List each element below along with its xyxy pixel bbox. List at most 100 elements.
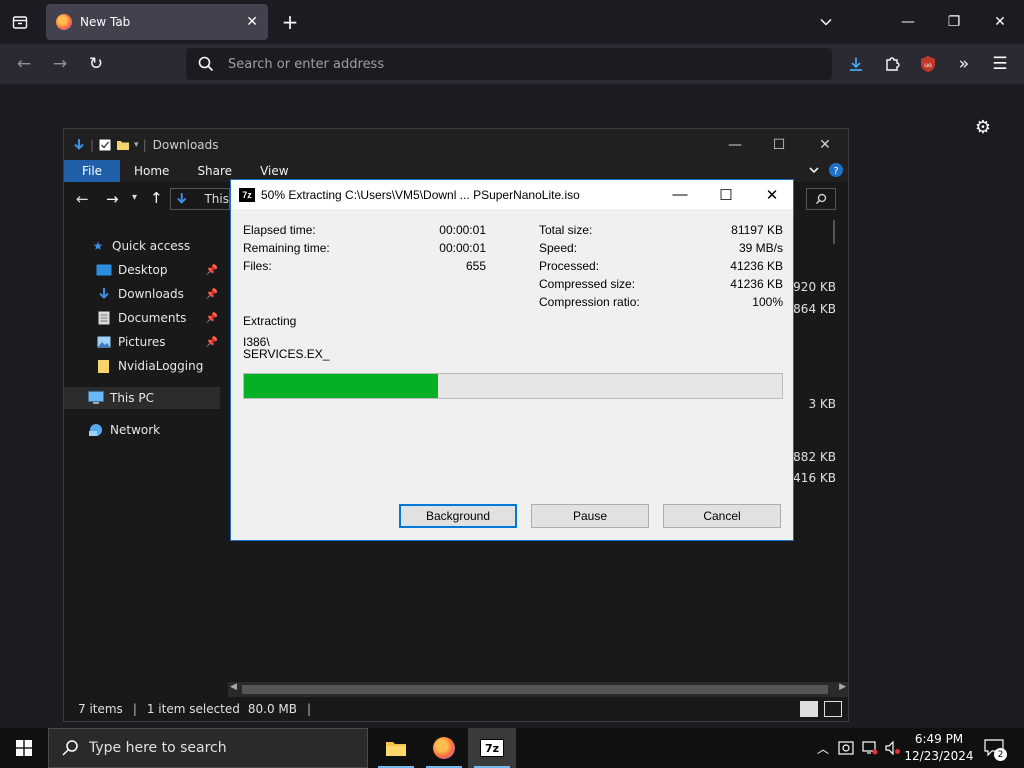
explorer-forward-button[interactable]: →: [106, 190, 119, 208]
sevenzip-minimize-button[interactable]: —: [657, 180, 703, 209]
explorer-back-button[interactable]: ←: [76, 190, 89, 208]
new-folder-icon[interactable]: [116, 138, 130, 152]
network-status-button[interactable]: [860, 728, 880, 768]
tray-app-button[interactable]: [836, 728, 856, 768]
total-size-label: Total size:: [539, 223, 593, 237]
nav-label: Network: [110, 423, 161, 437]
recent-locations-button[interactable]: ▾: [132, 192, 137, 203]
cancel-button[interactable]: Cancel: [663, 504, 781, 528]
maximize-button[interactable]: ❐: [940, 8, 968, 36]
nav-nvidia-logging[interactable]: NvidiaLogging: [64, 355, 220, 377]
speed-value: 39 MB/s: [738, 241, 783, 255]
taskbar: 7z ︿ 6:49 PM 12/23/2024 2: [0, 728, 1024, 768]
tab-new-tab[interactable]: New Tab ✕: [46, 4, 268, 40]
customize-toolbar-icon[interactable]: ▾: [134, 140, 139, 150]
explorer-title-bar: | ▾ | Downloads — ☐ ✕: [64, 129, 848, 160]
scroll-right-arrow[interactable]: ▶: [839, 682, 846, 692]
nav-label: Quick access: [112, 239, 191, 253]
taskbar-file-explorer[interactable]: [372, 728, 420, 768]
horizontal-scrollbar[interactable]: ◀ ▶: [228, 682, 848, 697]
nav-pictures[interactable]: Pictures 📌: [64, 331, 220, 353]
taskbar-clock[interactable]: 6:49 PM 12/23/2024: [902, 731, 976, 765]
ublock-button[interactable]: uo: [914, 50, 942, 78]
nav-this-pc[interactable]: This PC: [64, 387, 220, 409]
minimize-button[interactable]: —: [894, 8, 922, 36]
ribbon-tab-file[interactable]: File: [64, 160, 120, 182]
app-menu-button[interactable]: ☰: [986, 50, 1014, 78]
reload-button[interactable]: ↻: [82, 50, 110, 78]
volume-button[interactable]: [884, 728, 902, 768]
expand-ribbon-icon[interactable]: [808, 164, 820, 176]
taskbar-7zip[interactable]: 7z: [468, 728, 516, 768]
taskbar-search-box[interactable]: [48, 728, 368, 768]
ribbon-tab-home[interactable]: Home: [120, 160, 183, 182]
arrow-left-icon: ←: [16, 54, 32, 74]
start-button[interactable]: [0, 728, 48, 768]
new-tab-settings-button[interactable]: ⚙: [970, 114, 996, 140]
pause-button[interactable]: Pause: [531, 504, 649, 528]
url-bar[interactable]: [186, 48, 832, 80]
sevenzip-maximize-button[interactable]: ☐: [703, 180, 749, 209]
tab-list-button[interactable]: [6, 8, 34, 36]
help-icon[interactable]: ?: [828, 162, 844, 178]
breadcrumb[interactable]: This: [204, 192, 229, 206]
tab-close-button[interactable]: ✕: [246, 14, 258, 30]
network-disconnected-icon: [862, 741, 878, 755]
file-size: 416 KB: [793, 471, 836, 485]
explorer-maximize-button[interactable]: ☐: [756, 129, 802, 160]
show-hidden-icons-button[interactable]: ︿: [814, 728, 832, 768]
nav-quick-access[interactable]: ★ Quick access: [64, 235, 220, 257]
nav-documents[interactable]: Documents 📌: [64, 307, 220, 329]
explorer-minimize-button[interactable]: —: [712, 129, 758, 160]
nav-desktop[interactable]: Desktop 📌: [64, 259, 220, 281]
explorer-close-button[interactable]: ✕: [802, 129, 848, 160]
sevenzip-logo-icon: 7z: [480, 739, 504, 757]
nav-downloads[interactable]: Downloads 📌: [64, 283, 220, 305]
chevron-down-icon: [820, 18, 832, 26]
files-value: 655: [465, 259, 486, 273]
notification-center-button[interactable]: 2: [980, 728, 1008, 768]
navigation-pane: ★ Quick access Desktop 📌 Downloads 📌 Doc…: [64, 233, 220, 695]
more-tools-button[interactable]: »: [950, 50, 978, 78]
taskbar-firefox[interactable]: [420, 728, 468, 768]
back-button[interactable]: ←: [10, 50, 38, 78]
pin-icon: 📌: [205, 336, 218, 348]
large-icons-view-button[interactable]: [824, 701, 842, 717]
desktop-icon: [96, 263, 112, 277]
clock-date: 12/23/2024: [904, 749, 974, 763]
scrollbar-thumb[interactable]: [242, 685, 828, 694]
elapsed-time-label: Elapsed time:: [243, 223, 316, 237]
downloads-button[interactable]: [842, 50, 870, 78]
nav-network[interactable]: Network: [64, 419, 220, 441]
gear-icon: ⚙: [974, 116, 992, 138]
firefox-icon: [433, 737, 455, 759]
new-tab-button[interactable]: +: [276, 8, 304, 36]
file-size: ,882 KB: [789, 450, 836, 464]
total-size-value: 81197 KB: [731, 223, 783, 237]
taskbar-search-input[interactable]: [89, 740, 349, 756]
nav-label: Documents: [118, 311, 187, 325]
explorer-search-box[interactable]: [806, 188, 836, 210]
separator: |: [90, 137, 95, 152]
browser-nav-bar: ← → ↻ uo » ☰: [0, 44, 1024, 84]
arrow-right-icon: →: [52, 54, 68, 74]
background-button[interactable]: Background: [399, 504, 517, 528]
scroll-left-arrow[interactable]: ◀: [230, 682, 237, 692]
download-icon: [850, 57, 862, 71]
list-all-tabs-button[interactable]: [812, 8, 840, 36]
explorer-address-bar[interactable]: This: [170, 188, 230, 210]
details-view-button[interactable]: [800, 701, 818, 717]
close-button[interactable]: ✕: [986, 8, 1014, 36]
sevenzip-close-button[interactable]: ✕: [749, 180, 795, 209]
url-input[interactable]: [228, 56, 788, 72]
ublock-origin-icon: uo: [921, 56, 935, 72]
up-button[interactable]: ↑: [150, 189, 163, 207]
properties-icon[interactable]: [98, 138, 112, 152]
extraction-progress-bar: [243, 373, 783, 399]
vertical-scrollbar[interactable]: [833, 220, 835, 244]
extensions-button[interactable]: [878, 50, 906, 78]
extracting-label: Extracting: [243, 314, 297, 328]
separator: |: [142, 137, 147, 152]
tab-list-icon: [12, 16, 28, 29]
forward-button[interactable]: →: [46, 50, 74, 78]
